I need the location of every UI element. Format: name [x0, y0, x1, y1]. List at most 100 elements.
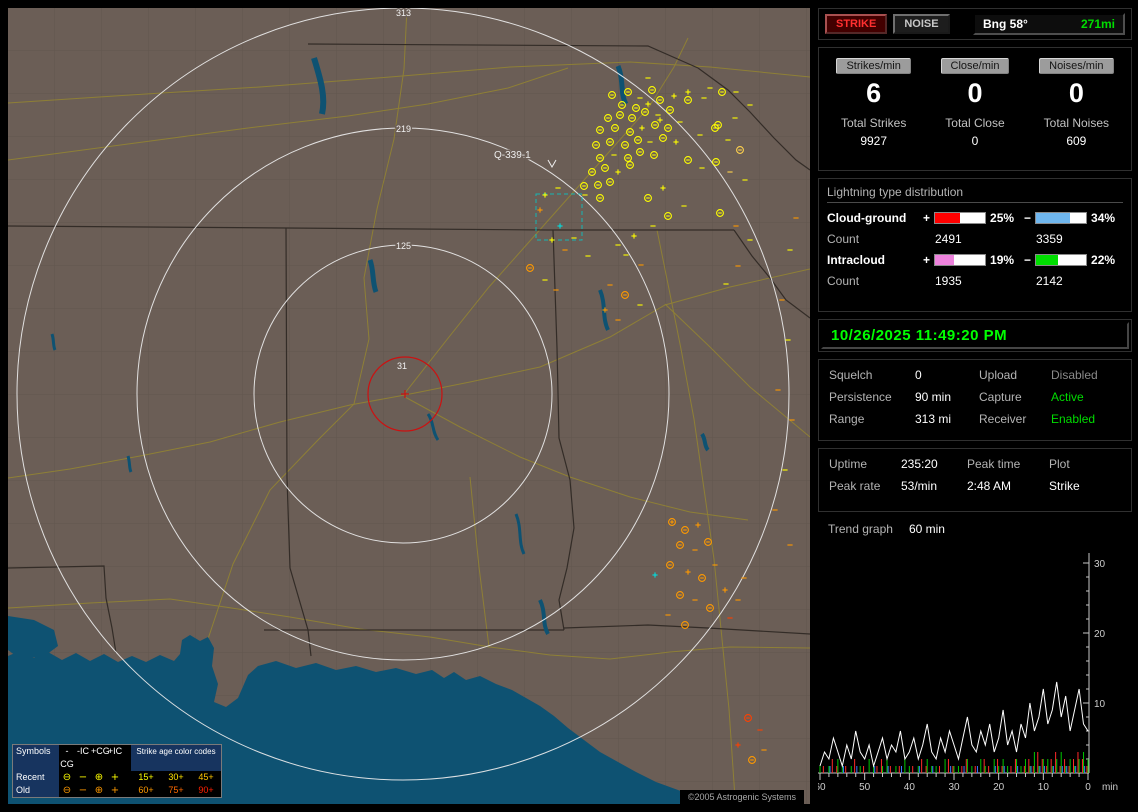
datetime-display: 10/26/2025 11:49:20 PM — [821, 322, 1129, 350]
range-ring-label: 313 — [396, 8, 411, 18]
intracloud-label: Intracloud — [827, 252, 886, 267]
squelch-value: 0 — [915, 368, 922, 383]
svg-text:min: min — [1102, 782, 1118, 793]
bearing-value: Bng 58° — [983, 17, 1028, 32]
age-60: 60+ — [138, 785, 154, 795]
plus-sign: + — [923, 210, 931, 225]
plot-label: Plot — [1049, 456, 1070, 471]
upload-label: Upload — [979, 368, 1018, 383]
total-strikes-label: Total Strikes — [840, 116, 907, 131]
svg-text:60: 60 — [818, 782, 826, 793]
total-close-label: Total Close — [945, 116, 1005, 131]
side-panel: STRIKE NOISE Bng 58° 271mi Strikes/min C… — [814, 8, 1132, 804]
ic-minus-bar — [1035, 253, 1088, 266]
copyright-text: ©2005 Astrogenic Systems — [679, 790, 804, 804]
ic-minus-count: 2142 — [1036, 273, 1063, 288]
ic-minus-icon: − — [78, 785, 88, 796]
peak-time-value: 2:48 AM — [967, 478, 1012, 493]
cloud-ground-label: Cloud-ground — [827, 210, 907, 225]
distribution-panel: Lightning type distribution Cloud-ground… — [818, 177, 1132, 313]
cg-plus-pct: 25% — [990, 210, 1015, 225]
cg-count-label: Count — [827, 231, 860, 246]
lightning-map[interactable]: 313 219 125 31 Q-339-1 Symbols -CG -IC +… — [8, 8, 810, 804]
trend-header: Trend graph 60 min — [818, 519, 1132, 540]
strikes-per-min-value: 6 — [866, 78, 882, 109]
storm-cell-label: Q-339-1 — [494, 150, 531, 161]
clock-panel: 10/26/2025 11:49:20 PM — [818, 319, 1132, 353]
plus-sign: + — [923, 252, 931, 267]
svg-text:30: 30 — [948, 782, 960, 793]
range-label: Range — [829, 412, 865, 427]
minus-sign: − — [1024, 252, 1032, 267]
noises-per-min-button[interactable]: Noises/min — [1039, 58, 1114, 75]
peak-rate-label: Peak rate — [829, 478, 881, 493]
legend-age-title: Strike age color codes — [131, 745, 221, 771]
cg-minus-bar — [1035, 211, 1088, 224]
cg-plus-icon: ⊕ — [94, 785, 104, 796]
cg-minus-count: 3359 — [1036, 231, 1063, 246]
cg-minus-icon: ⊖ — [62, 772, 72, 783]
range-ring-label: 219 — [396, 124, 411, 134]
mode-toolbar: STRIKE NOISE Bng 58° 271mi — [818, 8, 1132, 41]
persistence-label: Persistence — [829, 390, 892, 405]
svg-text:50: 50 — [859, 782, 871, 793]
strike-mode-button[interactable]: STRIKE — [825, 14, 888, 35]
close-per-min-button[interactable]: Close/min — [940, 58, 1010, 75]
peak-rate-value: 53/min — [901, 478, 938, 493]
total-noises-label: Total Noises — [1043, 116, 1110, 131]
cg-minus-icon: ⊖ — [62, 785, 72, 796]
svg-text:0: 0 — [1085, 782, 1091, 793]
minus-sign: − — [1024, 210, 1032, 225]
cg-plus-icon: ⊕ — [94, 772, 104, 783]
peak-time-label: Peak time — [967, 456, 1021, 471]
age-45: 45+ — [198, 772, 214, 782]
trend-graph-label: Trend graph — [828, 522, 893, 537]
uptime-value: 235:20 — [901, 456, 938, 471]
trend-plot-canvas: 60 50 40 30 20 10 0 min 10 20 30 — [814, 553, 1118, 793]
persistence-value: 90 min — [915, 390, 952, 405]
map-legend: Symbols -CG -IC +CG +IC Strike age color… — [12, 744, 222, 798]
total-strikes-value: 9927 — [860, 134, 888, 149]
age-75: 75+ — [168, 785, 184, 795]
total-close-value: 0 — [971, 134, 979, 149]
range-value: 313 mi — [915, 412, 952, 427]
legend-col-pic: +IC — [107, 746, 123, 756]
age-30: 30+ — [168, 772, 184, 782]
distribution-title: Lightning type distribution — [827, 185, 1123, 203]
ic-count-label: Count — [827, 273, 860, 288]
trend-graph: 60 50 40 30 20 10 0 min 10 20 30 — [814, 547, 1132, 804]
range-ring-label: 31 — [397, 361, 407, 371]
ic-plus-bar — [934, 253, 987, 266]
uptime-label: Uptime — [829, 456, 868, 471]
receiver-label: Receiver — [979, 412, 1027, 427]
svg-text:10: 10 — [1094, 699, 1106, 710]
legend-col--ic: -IC — [77, 746, 89, 756]
age-15: 15+ — [138, 772, 154, 782]
legend-col--cg: -CG — [60, 746, 74, 769]
legend-row-old: Old — [13, 784, 59, 797]
stats-panel: Uptime 235:20 Peak time Plot Peak rate 5… — [818, 447, 1132, 512]
ic-plus-icon: + — [110, 772, 120, 783]
trend-window-value: 60 min — [908, 522, 945, 537]
noise-mode-button[interactable]: NOISE — [893, 14, 950, 35]
capture-label: Capture — [979, 390, 1022, 405]
squelch-label: Squelch — [829, 368, 873, 383]
cg-minus-pct: 34% — [1091, 210, 1116, 225]
ic-plus-icon: + — [110, 785, 120, 796]
cg-plus-bar — [934, 211, 987, 224]
close-per-min-value: 0 — [967, 78, 983, 109]
rates-panel: Strikes/min Close/min Noises/min 6 0 0 T… — [818, 47, 1132, 171]
map-canvas: 313 219 125 31 Q-339-1 — [8, 8, 810, 804]
svg-text:10: 10 — [1038, 782, 1050, 793]
cg-plus-count: 2491 — [935, 231, 962, 246]
bearing-distance: 271mi — [1080, 17, 1115, 32]
svg-text:20: 20 — [993, 782, 1005, 793]
legend-row-recent: Recent — [13, 771, 59, 784]
upload-status: Disabled — [1051, 368, 1098, 383]
receiver-status: Enabled — [1051, 412, 1096, 427]
svg-text:30: 30 — [1094, 559, 1106, 570]
strikes-per-min-button[interactable]: Strikes/min — [836, 58, 911, 75]
range-ring-label: 125 — [396, 241, 411, 251]
ic-plus-pct: 19% — [990, 252, 1015, 267]
legend-col-pcg: +CG — [91, 746, 110, 756]
